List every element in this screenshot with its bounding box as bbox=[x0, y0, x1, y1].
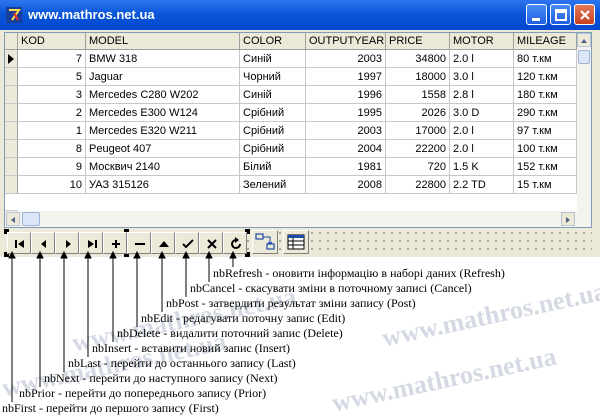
annotation-cancel: nbCancel - скасувати зміни в поточному з… bbox=[190, 281, 472, 295]
callout-lines bbox=[8, 250, 237, 402]
annotation-refresh: nbRefresh - оновити інформацію в наборі … bbox=[213, 266, 505, 280]
annotation-edit: nbEdit - редагувати поточну запис (Edit) bbox=[141, 311, 346, 325]
annotation-last: nbLast - перейти до останнього запису (L… bbox=[68, 356, 296, 370]
annotation-delete: nbDelete - видалити поточний запис (Dele… bbox=[117, 326, 343, 340]
annotation-prior: nbPrior - перейти до попереднього запису… bbox=[19, 386, 267, 400]
annotation-first: nbFirst - перейти до першого запису (Fir… bbox=[2, 401, 219, 415]
annotation-next: nbNext - перейти до наступного запису (N… bbox=[44, 371, 278, 385]
annotation-insert: nbInsert - вставити новий запис (Insert) bbox=[92, 341, 291, 355]
annotation-post: nbPost - затвердити результат зміни запи… bbox=[166, 296, 416, 310]
